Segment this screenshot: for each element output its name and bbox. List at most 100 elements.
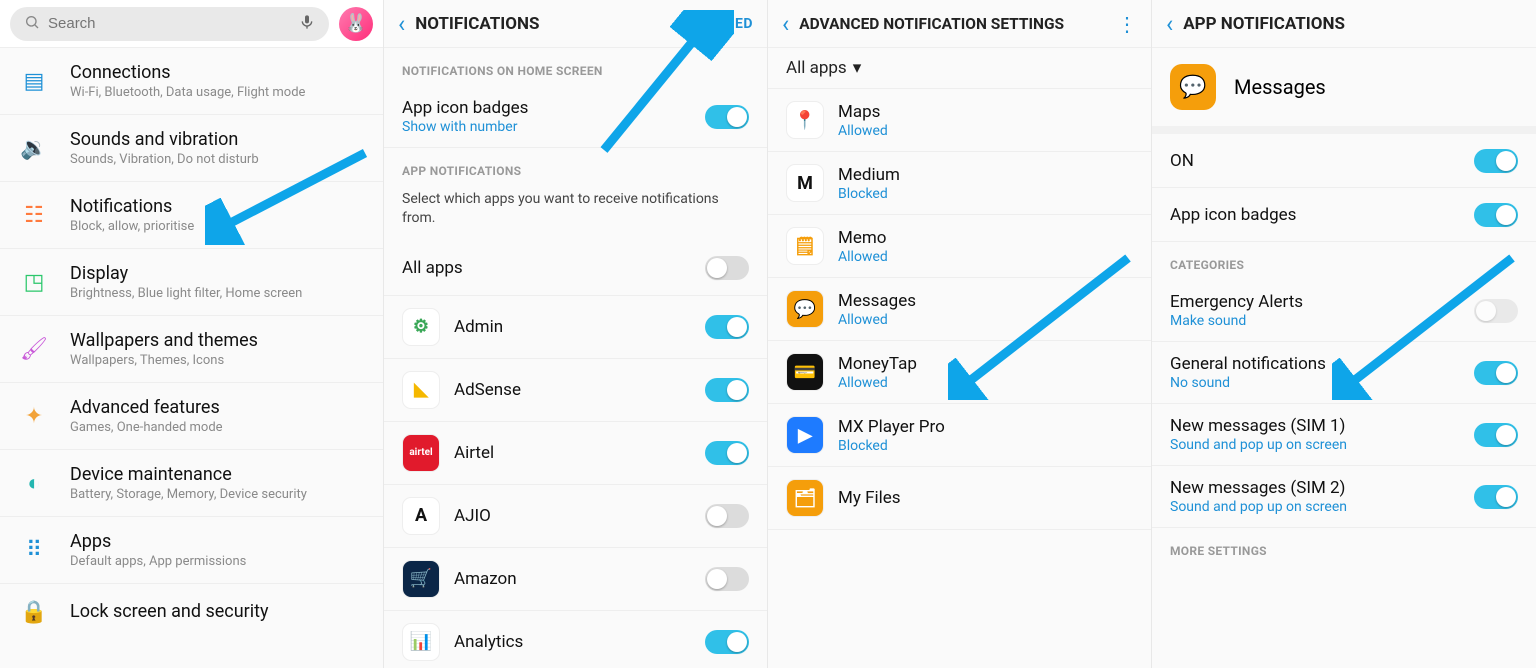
- badges-toggle[interactable]: [705, 105, 749, 129]
- badges-title: App icon badges: [402, 98, 691, 118]
- category-title: Emergency Alerts: [1170, 292, 1460, 312]
- category-toggle[interactable]: [1474, 423, 1518, 447]
- app-toggle[interactable]: [705, 315, 749, 339]
- settings-icon: ◐: [20, 469, 48, 497]
- app-toggle[interactable]: [705, 567, 749, 591]
- settings-row-apps[interactable]: ⠿ Apps Default apps, App permissions: [0, 517, 383, 584]
- page-title: ADVANCED NOTIFICATION SETTINGS: [799, 15, 1107, 33]
- settings-row-sounds-and-vibration[interactable]: 🔉 Sounds and vibration Sounds, Vibration…: [0, 115, 383, 182]
- settings-icon: 🖌: [20, 335, 48, 363]
- search-field[interactable]: [10, 7, 329, 41]
- app-name: MoneyTap: [838, 354, 1133, 374]
- category-row[interactable]: New messages (SIM 1) Sound and pop up on…: [1152, 404, 1536, 466]
- settings-sub: Games, One-handed mode: [70, 420, 363, 435]
- app-row[interactable]: 🛒 Amazon: [384, 548, 767, 611]
- settings-panel: 🐰 ▤ Connections Wi-Fi, Bluetooth, Data u…: [0, 0, 384, 668]
- app-icon: 📊: [402, 623, 440, 661]
- settings-row-display[interactable]: ◳ Display Brightness, Blue light filter,…: [0, 249, 383, 316]
- all-apps-label: All apps: [402, 258, 691, 278]
- settings-sub: Battery, Storage, Memory, Device securit…: [70, 487, 363, 502]
- category-sub: Sound and pop up on screen: [1170, 499, 1460, 515]
- settings-title: Advanced features: [70, 397, 363, 418]
- back-icon[interactable]: ‹: [782, 10, 789, 38]
- settings-row-device-maintenance[interactable]: ◐ Device maintenance Battery, Storage, M…: [0, 450, 383, 517]
- settings-sub: Sounds, Vibration, Do not disturb: [70, 152, 363, 167]
- app-row[interactable]: 📍 Maps Allowed: [768, 89, 1151, 152]
- settings-row-wallpapers-and-themes[interactable]: 🖌 Wallpapers and themes Wallpapers, Them…: [0, 316, 383, 383]
- page-title: NOTIFICATIONS: [415, 14, 666, 34]
- app-name: Messages: [1234, 75, 1326, 99]
- app-row[interactable]: 💬 Messages Allowed: [768, 278, 1151, 341]
- category-row[interactable]: Emergency Alerts Make sound: [1152, 280, 1536, 342]
- settings-row-lock-screen-and-security[interactable]: 🔒 Lock screen and security: [0, 584, 383, 640]
- app-name: Messages: [838, 291, 1133, 311]
- app-status: Blocked: [838, 438, 1133, 454]
- section-apps-desc: Select which apps you want to receive no…: [384, 186, 767, 242]
- app-icon: A: [402, 497, 440, 535]
- app-row[interactable]: 🗒 Memo Allowed: [768, 215, 1151, 278]
- category-toggle[interactable]: [1474, 485, 1518, 509]
- on-toggle[interactable]: [1474, 149, 1518, 173]
- category-toggle: [1474, 299, 1518, 323]
- settings-sub: Wi-Fi, Bluetooth, Data usage, Flight mod…: [70, 85, 363, 100]
- all-apps-toggle[interactable]: [705, 256, 749, 280]
- settings-title: Apps: [70, 531, 363, 552]
- app-icon: 💬: [1170, 64, 1216, 110]
- app-toggle[interactable]: [705, 630, 749, 654]
- category-toggle[interactable]: [1474, 361, 1518, 385]
- back-icon[interactable]: ‹: [398, 10, 405, 38]
- profile-avatar[interactable]: 🐰: [339, 7, 373, 41]
- app-row[interactable]: ⚙ Admin: [384, 296, 767, 359]
- category-title: New messages (SIM 2): [1170, 478, 1460, 498]
- app-name: Maps: [838, 102, 1133, 122]
- filter-dropdown[interactable]: All apps ▾: [768, 48, 1151, 89]
- settings-icon: ✦: [20, 402, 48, 430]
- advanced-link[interactable]: ADVANCED: [677, 16, 753, 32]
- app-row[interactable]: M Medium Blocked: [768, 152, 1151, 215]
- app-row[interactable]: ◣ AdSense: [384, 359, 767, 422]
- app-toggle[interactable]: [705, 504, 749, 528]
- mic-icon[interactable]: [299, 12, 315, 36]
- search-icon: [24, 14, 40, 34]
- notifications-panel: ‹ NOTIFICATIONS ADVANCED NOTIFICATIONS O…: [384, 0, 768, 668]
- more-icon[interactable]: ⋮: [1117, 12, 1137, 36]
- back-icon[interactable]: ‹: [1166, 10, 1173, 38]
- app-row[interactable]: 🗂 My Files: [768, 467, 1151, 530]
- settings-row-connections[interactable]: ▤ Connections Wi-Fi, Bluetooth, Data usa…: [0, 48, 383, 115]
- app-icon: M: [786, 164, 824, 202]
- on-label: ON: [1170, 151, 1460, 171]
- app-row[interactable]: ▶ MX Player Pro Blocked: [768, 404, 1151, 467]
- app-notifications-panel: ‹ APP NOTIFICATIONS 💬 Messages ON App ic…: [1152, 0, 1536, 668]
- app-icon: ◣: [402, 371, 440, 409]
- settings-title: Display: [70, 263, 363, 284]
- category-row[interactable]: New messages (SIM 2) Sound and pop up on…: [1152, 466, 1536, 528]
- settings-row-notifications[interactable]: ☷ Notifications Block, allow, prioritise: [0, 182, 383, 249]
- category-title: New messages (SIM 1): [1170, 416, 1460, 436]
- filter-label: All apps: [786, 58, 847, 78]
- app-status: Allowed: [838, 312, 1133, 328]
- category-sub: Make sound: [1170, 313, 1460, 329]
- app-toggle[interactable]: [705, 441, 749, 465]
- settings-row-advanced-features[interactable]: ✦ Advanced features Games, One-handed mo…: [0, 383, 383, 450]
- app-icon: 💳: [786, 353, 824, 391]
- settings-icon: 🔒: [20, 598, 48, 626]
- app-name: Analytics: [454, 632, 691, 652]
- search-input[interactable]: [48, 15, 291, 32]
- app-icon: 🗒: [786, 227, 824, 265]
- more-settings-label: MORE SETTINGS: [1152, 528, 1536, 566]
- chevron-down-icon: ▾: [853, 58, 862, 78]
- app-name: My Files: [838, 488, 1133, 508]
- badges-toggle[interactable]: [1474, 203, 1518, 227]
- categories-label: CATEGORIES: [1152, 242, 1536, 280]
- app-row[interactable]: 📊 Analytics: [384, 611, 767, 668]
- app-icon: 💬: [786, 290, 824, 328]
- app-row[interactable]: airtel Airtel: [384, 422, 767, 485]
- settings-title: Sounds and vibration: [70, 129, 363, 150]
- settings-sub: Wallpapers, Themes, Icons: [70, 353, 363, 368]
- app-row[interactable]: A AJIO: [384, 485, 767, 548]
- app-toggle[interactable]: [705, 378, 749, 402]
- app-icon: 📍: [786, 101, 824, 139]
- app-row[interactable]: 💳 MoneyTap Allowed: [768, 341, 1151, 404]
- category-title: General notifications: [1170, 354, 1460, 374]
- category-row[interactable]: General notifications No sound: [1152, 342, 1536, 404]
